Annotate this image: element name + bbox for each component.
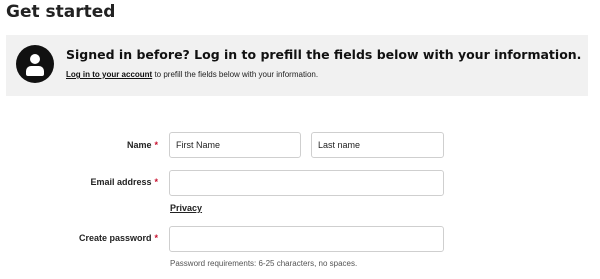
required-marker: * (154, 140, 158, 150)
page-title: Get started (6, 2, 116, 22)
banner-subtext: Log in to your account to prefill the fi… (66, 70, 318, 79)
login-link[interactable]: Log in to your account (66, 70, 152, 79)
signup-page: Get started Signed in before? Log in to … (0, 0, 600, 279)
password-label: Create password * (78, 233, 158, 243)
last-name-input[interactable] (311, 132, 444, 158)
signin-banner: Signed in before? Log in to prefill the … (6, 35, 588, 96)
email-input[interactable] (169, 170, 444, 196)
privacy-link[interactable]: Privacy (170, 203, 202, 213)
password-input[interactable] (169, 226, 444, 252)
name-label: Name * (126, 140, 158, 150)
email-label: Email address * (90, 177, 158, 187)
password-hint: Password requirements: 6-25 characters, … (170, 259, 358, 268)
user-avatar-icon (16, 45, 54, 83)
banner-subtext-rest: to prefill the fields below with your in… (152, 70, 319, 79)
required-marker: * (154, 177, 158, 187)
banner-heading: Signed in before? Log in to prefill the … (66, 47, 582, 62)
required-marker: * (154, 233, 158, 243)
first-name-input[interactable] (169, 132, 301, 158)
